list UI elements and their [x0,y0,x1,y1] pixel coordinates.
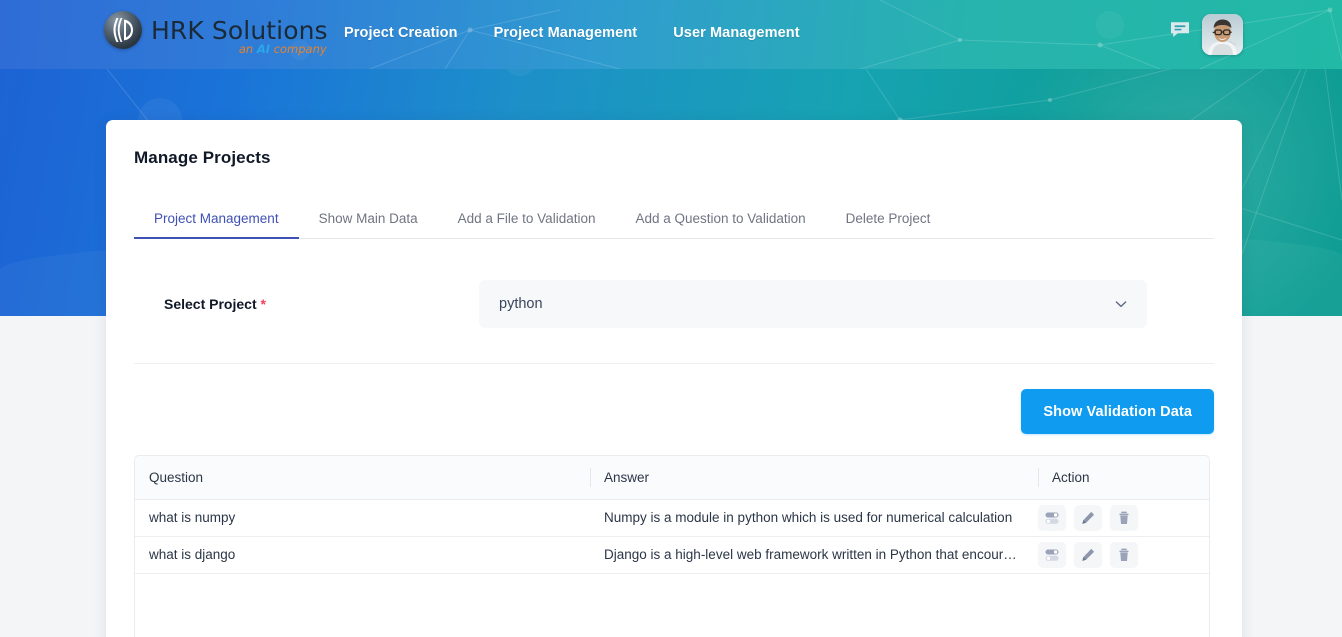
section-divider [134,363,1214,364]
column-header-action: Action [1038,456,1209,500]
cell-actions [1038,536,1209,574]
delete-icon[interactable] [1110,504,1138,531]
chat-icon[interactable] [1168,18,1192,42]
cell-question: what is django [135,536,590,574]
select-project-dropdown[interactable]: python [479,280,1147,328]
show-validation-data-button[interactable]: Show Validation Data [1021,389,1214,434]
select-project-value: python [499,296,543,312]
main-nav: Project Creation Project Management User… [344,25,800,41]
column-header-question: Question [135,456,590,500]
tab-add-file-to-validation[interactable]: Add a File to Validation [438,202,616,238]
toggle-icon[interactable] [1038,504,1066,531]
cell-question: what is numpy [135,499,590,537]
edit-icon[interactable] [1074,504,1102,531]
table-row: what is numpy Numpy is a module in pytho… [135,499,1209,537]
table-row: what is django Django is a high-level we… [135,536,1209,574]
page-root: HRK Solutions an AI company Project Crea… [0,0,1342,637]
cell-actions [1038,499,1209,537]
tab-bar: Project Management Show Main Data Add a … [134,202,1214,239]
cell-answer: Django is a high-level web framework wri… [590,536,1038,574]
required-asterisk: * [260,296,266,312]
tab-show-main-data[interactable]: Show Main Data [299,202,438,238]
edit-icon[interactable] [1074,541,1102,568]
cell-answer: Numpy is a module in python which is use… [590,499,1038,537]
brand-title: HRK Solutions [151,15,328,45]
tab-delete-project[interactable]: Delete Project [826,202,951,238]
brand-logo[interactable]: HRK Solutions an AI company [104,11,328,54]
manage-projects-card: Manage Projects Project Management Show … [106,120,1242,637]
logo-mark-icon [104,11,142,49]
brand-tagline: an AI company [238,41,327,56]
chevron-down-icon [1113,296,1129,312]
user-avatar[interactable] [1202,14,1243,55]
column-header-answer: Answer [590,456,1038,500]
page-title: Manage Projects [134,148,271,167]
nav-project-creation[interactable]: Project Creation [344,25,458,41]
select-project-row: Select Project * python [134,256,1214,352]
tab-add-question-to-validation[interactable]: Add a Question to Validation [615,202,825,238]
validation-data-table: Question Answer Action what is numpy Num… [135,456,1209,574]
validation-data-table-container: Question Answer Action what is numpy Num… [134,455,1210,637]
delete-icon[interactable] [1110,541,1138,568]
nav-project-management[interactable]: Project Management [494,25,638,41]
table-header-row: Question Answer Action [135,456,1209,500]
select-project-label: Select Project * [164,296,266,312]
nav-user-management[interactable]: User Management [673,25,799,41]
table-empty-area [135,574,1209,637]
top-navigation-bar: HRK Solutions an AI company Project Crea… [0,0,1342,69]
toggle-icon[interactable] [1038,541,1066,568]
tab-project-management[interactable]: Project Management [134,202,299,239]
